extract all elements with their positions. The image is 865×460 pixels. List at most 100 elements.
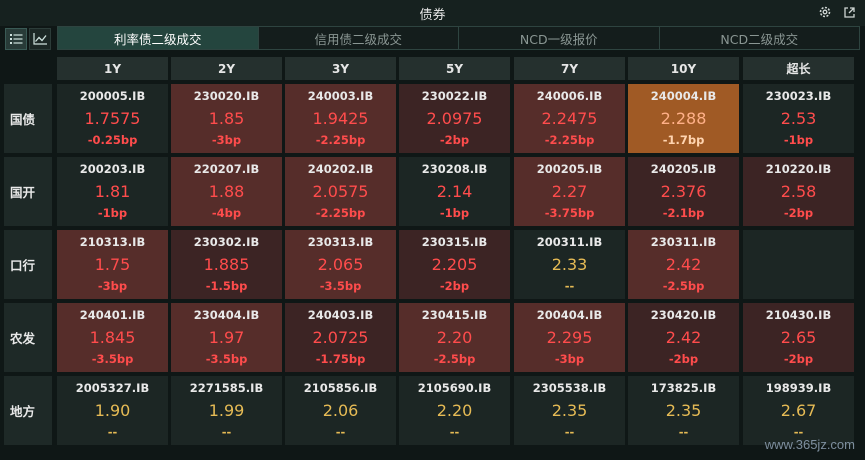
yield-change: -3.75bp <box>544 206 595 220</box>
yield-change: -0.25bp <box>87 133 138 147</box>
quote-cell[interactable]: 2271585.IB 1.99 -- <box>171 376 282 445</box>
chart-view-button[interactable] <box>29 28 51 50</box>
quote-cell[interactable]: 230415.IB 2.20 -2.5bp <box>399 303 510 372</box>
yield-change: -- <box>335 425 346 439</box>
quote-cell[interactable]: 2105690.IB 2.20 -- <box>399 376 510 445</box>
yield-change: -3bp <box>97 279 128 293</box>
yield-value: 2.20 <box>436 401 473 420</box>
bond-code: 230302.IB <box>193 235 260 249</box>
quote-cell[interactable]: 220207.IB 1.88 -4bp <box>171 157 282 226</box>
bond-code: 200203.IB <box>79 162 146 176</box>
quote-cell[interactable]: 230313.IB 2.065 -3.5bp <box>285 230 396 299</box>
bond-code: 230313.IB <box>307 235 374 249</box>
yield-value: 2.2475 <box>541 109 598 128</box>
external-link-icon[interactable] <box>841 4 857 20</box>
window-title: 债券 <box>419 7 446 23</box>
yield-change: -- <box>564 279 575 293</box>
quote-cell[interactable]: 230420.IB 2.42 -2bp <box>628 303 739 372</box>
yield-change: -- <box>107 425 118 439</box>
quote-cell[interactable]: 200404.IB 2.295 -3bp <box>514 303 625 372</box>
quote-cell[interactable]: 240003.IB 1.9425 -2.25bp <box>285 84 396 153</box>
bond-code: 240401.IB <box>79 308 146 322</box>
quote-cell[interactable]: 240202.IB 2.0575 -2.25bp <box>285 157 396 226</box>
yield-value: 2.0725 <box>312 328 369 347</box>
bond-code: 230311.IB <box>650 235 717 249</box>
quote-cell[interactable]: 230023.IB 2.53 -1bp <box>743 84 854 153</box>
bond-code: 210220.IB <box>765 162 832 176</box>
bond-code: 240205.IB <box>650 162 717 176</box>
bond-code: 230023.IB <box>765 89 832 103</box>
quote-cell[interactable]: 240403.IB 2.0725 -1.75bp <box>285 303 396 372</box>
quote-cell[interactable]: 230404.IB 1.97 -3.5bp <box>171 303 282 372</box>
toolbar: 利率债二级成交 信用债二级成交 NCD一级报价 NCD二级成交 <box>0 26 865 52</box>
yield-value: 2.65 <box>780 328 817 347</box>
yield-value: 2.0575 <box>312 182 369 201</box>
yield-value: 1.99 <box>208 401 245 420</box>
bond-code: 200205.IB <box>536 162 603 176</box>
gear-icon[interactable] <box>817 4 833 20</box>
tab-1[interactable]: 信用债二级成交 <box>259 27 459 49</box>
quote-cell[interactable]: 198939.IB 2.67 -- <box>743 376 854 445</box>
row-label: 口行 <box>4 230 52 299</box>
bond-code: 240004.IB <box>650 89 717 103</box>
yield-change: -3bp <box>554 352 585 366</box>
yield-value: 1.9425 <box>312 109 369 128</box>
quote-cell[interactable]: 240006.IB 2.2475 -2.25bp <box>514 84 625 153</box>
tab-0[interactable]: 利率债二级成交 <box>58 27 259 49</box>
yield-value: 2.20 <box>436 328 473 347</box>
quote-cell[interactable]: 230020.IB 1.85 -3bp <box>171 84 282 153</box>
yield-change: -2.25bp <box>315 133 366 147</box>
watermark: www.365jz.com <box>764 437 855 452</box>
quote-cell[interactable]: 230315.IB 2.205 -2bp <box>399 230 510 299</box>
yield-change: -- <box>678 425 689 439</box>
quote-cell[interactable]: 2305538.IB 2.35 -- <box>514 376 625 445</box>
yield-value: 1.7575 <box>84 109 141 128</box>
quote-cell[interactable]: 230311.IB 2.42 -2.5bp <box>628 230 739 299</box>
quote-cell[interactable]: 240205.IB 2.376 -2.1bp <box>628 157 739 226</box>
title-bar: 债券 <box>0 0 865 26</box>
bond-code: 173825.IB <box>650 381 717 395</box>
quote-cell[interactable]: 200311.IB 2.33 -- <box>514 230 625 299</box>
quote-cell[interactable]: 2105856.IB 2.06 -- <box>285 376 396 445</box>
yield-value: 1.90 <box>94 401 131 420</box>
bond-code: 240403.IB <box>307 308 374 322</box>
yield-change: -2.25bp <box>315 206 366 220</box>
quote-cell[interactable]: 240401.IB 1.845 -3.5bp <box>57 303 168 372</box>
quote-cell[interactable]: 230022.IB 2.0975 -2bp <box>399 84 510 153</box>
list-view-button[interactable] <box>5 28 27 50</box>
yield-change: -2bp <box>783 352 814 366</box>
bond-code: 2305538.IB <box>532 381 607 395</box>
row-label: 地方 <box>4 376 52 445</box>
yield-value: 2.06 <box>322 401 359 420</box>
bond-code: 210430.IB <box>765 308 832 322</box>
row-label: 国开 <box>4 157 52 226</box>
yield-change: -2bp <box>439 279 470 293</box>
quote-cell[interactable]: 173825.IB 2.35 -- <box>628 376 739 445</box>
quote-cell[interactable]: 210430.IB 2.65 -2bp <box>743 303 854 372</box>
bond-code: 210313.IB <box>79 235 146 249</box>
quote-cell[interactable]: 200205.IB 2.27 -3.75bp <box>514 157 625 226</box>
bond-code: 230022.IB <box>421 89 488 103</box>
quote-cell[interactable]: 230208.IB 2.14 -1bp <box>399 157 510 226</box>
list-icon <box>9 30 23 49</box>
yield-value: 2.27 <box>551 182 588 201</box>
quote-cell[interactable]: 210220.IB 2.58 -2bp <box>743 157 854 226</box>
yield-value: 2.295 <box>546 328 593 347</box>
quote-cell[interactable]: 230302.IB 1.885 -1.5bp <box>171 230 282 299</box>
yield-value: 2.065 <box>317 255 364 274</box>
quote-cell[interactable]: 240004.IB 2.288 -1.7bp <box>628 84 739 153</box>
tenor-header: 7Y <box>514 57 625 80</box>
quote-cell[interactable]: 200005.IB 1.7575 -0.25bp <box>57 84 168 153</box>
yield-change: -- <box>564 425 575 439</box>
row-label: 农发 <box>4 303 52 372</box>
tab-3[interactable]: NCD二级成交 <box>660 27 860 49</box>
row-label: 国债 <box>4 84 52 153</box>
yield-value: 1.88 <box>208 182 245 201</box>
bond-code: 240003.IB <box>307 89 374 103</box>
quote-cell[interactable]: 210313.IB 1.75 -3bp <box>57 230 168 299</box>
yield-change: -3bp <box>211 133 242 147</box>
bond-type-tabs: 利率债二级成交 信用债二级成交 NCD一级报价 NCD二级成交 <box>57 26 860 50</box>
tab-2[interactable]: NCD一级报价 <box>459 27 660 49</box>
quote-cell[interactable]: 2005327.IB 1.90 -- <box>57 376 168 445</box>
quote-cell[interactable]: 200203.IB 1.81 -1bp <box>57 157 168 226</box>
